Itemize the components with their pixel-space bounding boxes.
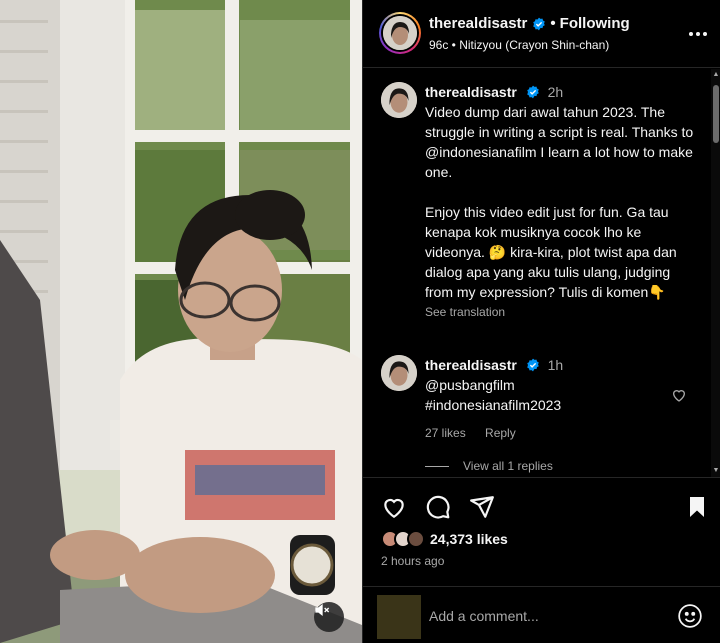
caption-time: 2h [547, 84, 564, 100]
reply-button[interactable]: Reply [485, 426, 516, 440]
paper-plane-icon [469, 496, 495, 524]
comment-time: 1h [547, 357, 564, 373]
bookmark-icon [685, 497, 709, 524]
comment-bubble-icon [425, 495, 451, 524]
post-video[interactable] [0, 0, 362, 643]
more-options-button[interactable] [687, 22, 709, 44]
comment-avatar[interactable] [381, 355, 417, 391]
current-user-avatar [377, 595, 421, 639]
share-button[interactable] [469, 494, 495, 520]
save-button[interactable] [685, 494, 711, 520]
caption-text: Video dump dari awal tahun 2023. The str… [425, 104, 694, 300]
post-actions: 24,373 likes 2 hours ago [363, 477, 720, 643]
following-button[interactable]: Following [560, 15, 630, 32]
add-comment-bar [363, 586, 720, 643]
replies-divider [425, 465, 449, 467]
smiley-icon [677, 604, 703, 633]
verified-badge-icon [526, 358, 540, 372]
scroll-up-arrow-icon[interactable]: ▲ [712, 71, 720, 79]
see-translation-link[interactable]: See translation [425, 302, 701, 322]
caption-avatar[interactable] [381, 82, 417, 118]
mute-button[interactable] [314, 602, 344, 632]
comment-likes[interactable]: 27 likes [425, 426, 466, 440]
post-timestamp[interactable]: 2 hours ago [381, 554, 444, 568]
post-side-panel: therealdisastr • Following 96c • Nitizyo… [362, 0, 720, 643]
caption-username[interactable]: therealdisastr [425, 84, 517, 100]
comments-scrollbar[interactable]: ▲ ▼ [711, 69, 720, 477]
more-horizontal-icon [688, 24, 708, 42]
author-avatar[interactable] [379, 12, 421, 54]
comment-username[interactable]: therealdisastr [425, 357, 517, 373]
header-separator: • [550, 15, 556, 32]
view-replies-label: View all 1 replies [463, 459, 553, 473]
video-frame-image [0, 0, 362, 643]
scrollbar-thumb[interactable] [713, 85, 719, 143]
emoji-button[interactable] [677, 603, 703, 629]
verified-badge-icon [532, 17, 546, 31]
comment-hashtag[interactable]: #indonesianafilm2023 [425, 395, 701, 415]
comment-like-button[interactable] [671, 387, 687, 403]
scroll-down-arrow-icon[interactable]: ▼ [712, 467, 720, 475]
post-header: therealdisastr • Following 96c • Nitizyo… [363, 0, 720, 68]
view-replies-button[interactable]: View all 1 replies [425, 459, 553, 473]
heart-icon [381, 498, 407, 524]
comments-section[interactable]: therealdisastr 2h Video dump dari awal t… [363, 69, 720, 477]
comment-input[interactable] [429, 603, 669, 629]
comment-button[interactable] [425, 494, 451, 520]
likes-summary[interactable]: 24,373 likes [381, 530, 508, 548]
liker-avatar [407, 530, 425, 548]
author-username[interactable]: therealdisastr [429, 15, 527, 32]
heart-icon [671, 390, 687, 407]
likes-count[interactable]: 24,373 likes [430, 531, 508, 547]
comment-mention[interactable]: @pusbangfilm [425, 375, 701, 395]
verified-badge-icon [526, 85, 540, 99]
like-button[interactable] [381, 494, 407, 520]
audio-label[interactable]: 96c • Nitizyou (Crayon Shin-chan) [429, 38, 609, 52]
